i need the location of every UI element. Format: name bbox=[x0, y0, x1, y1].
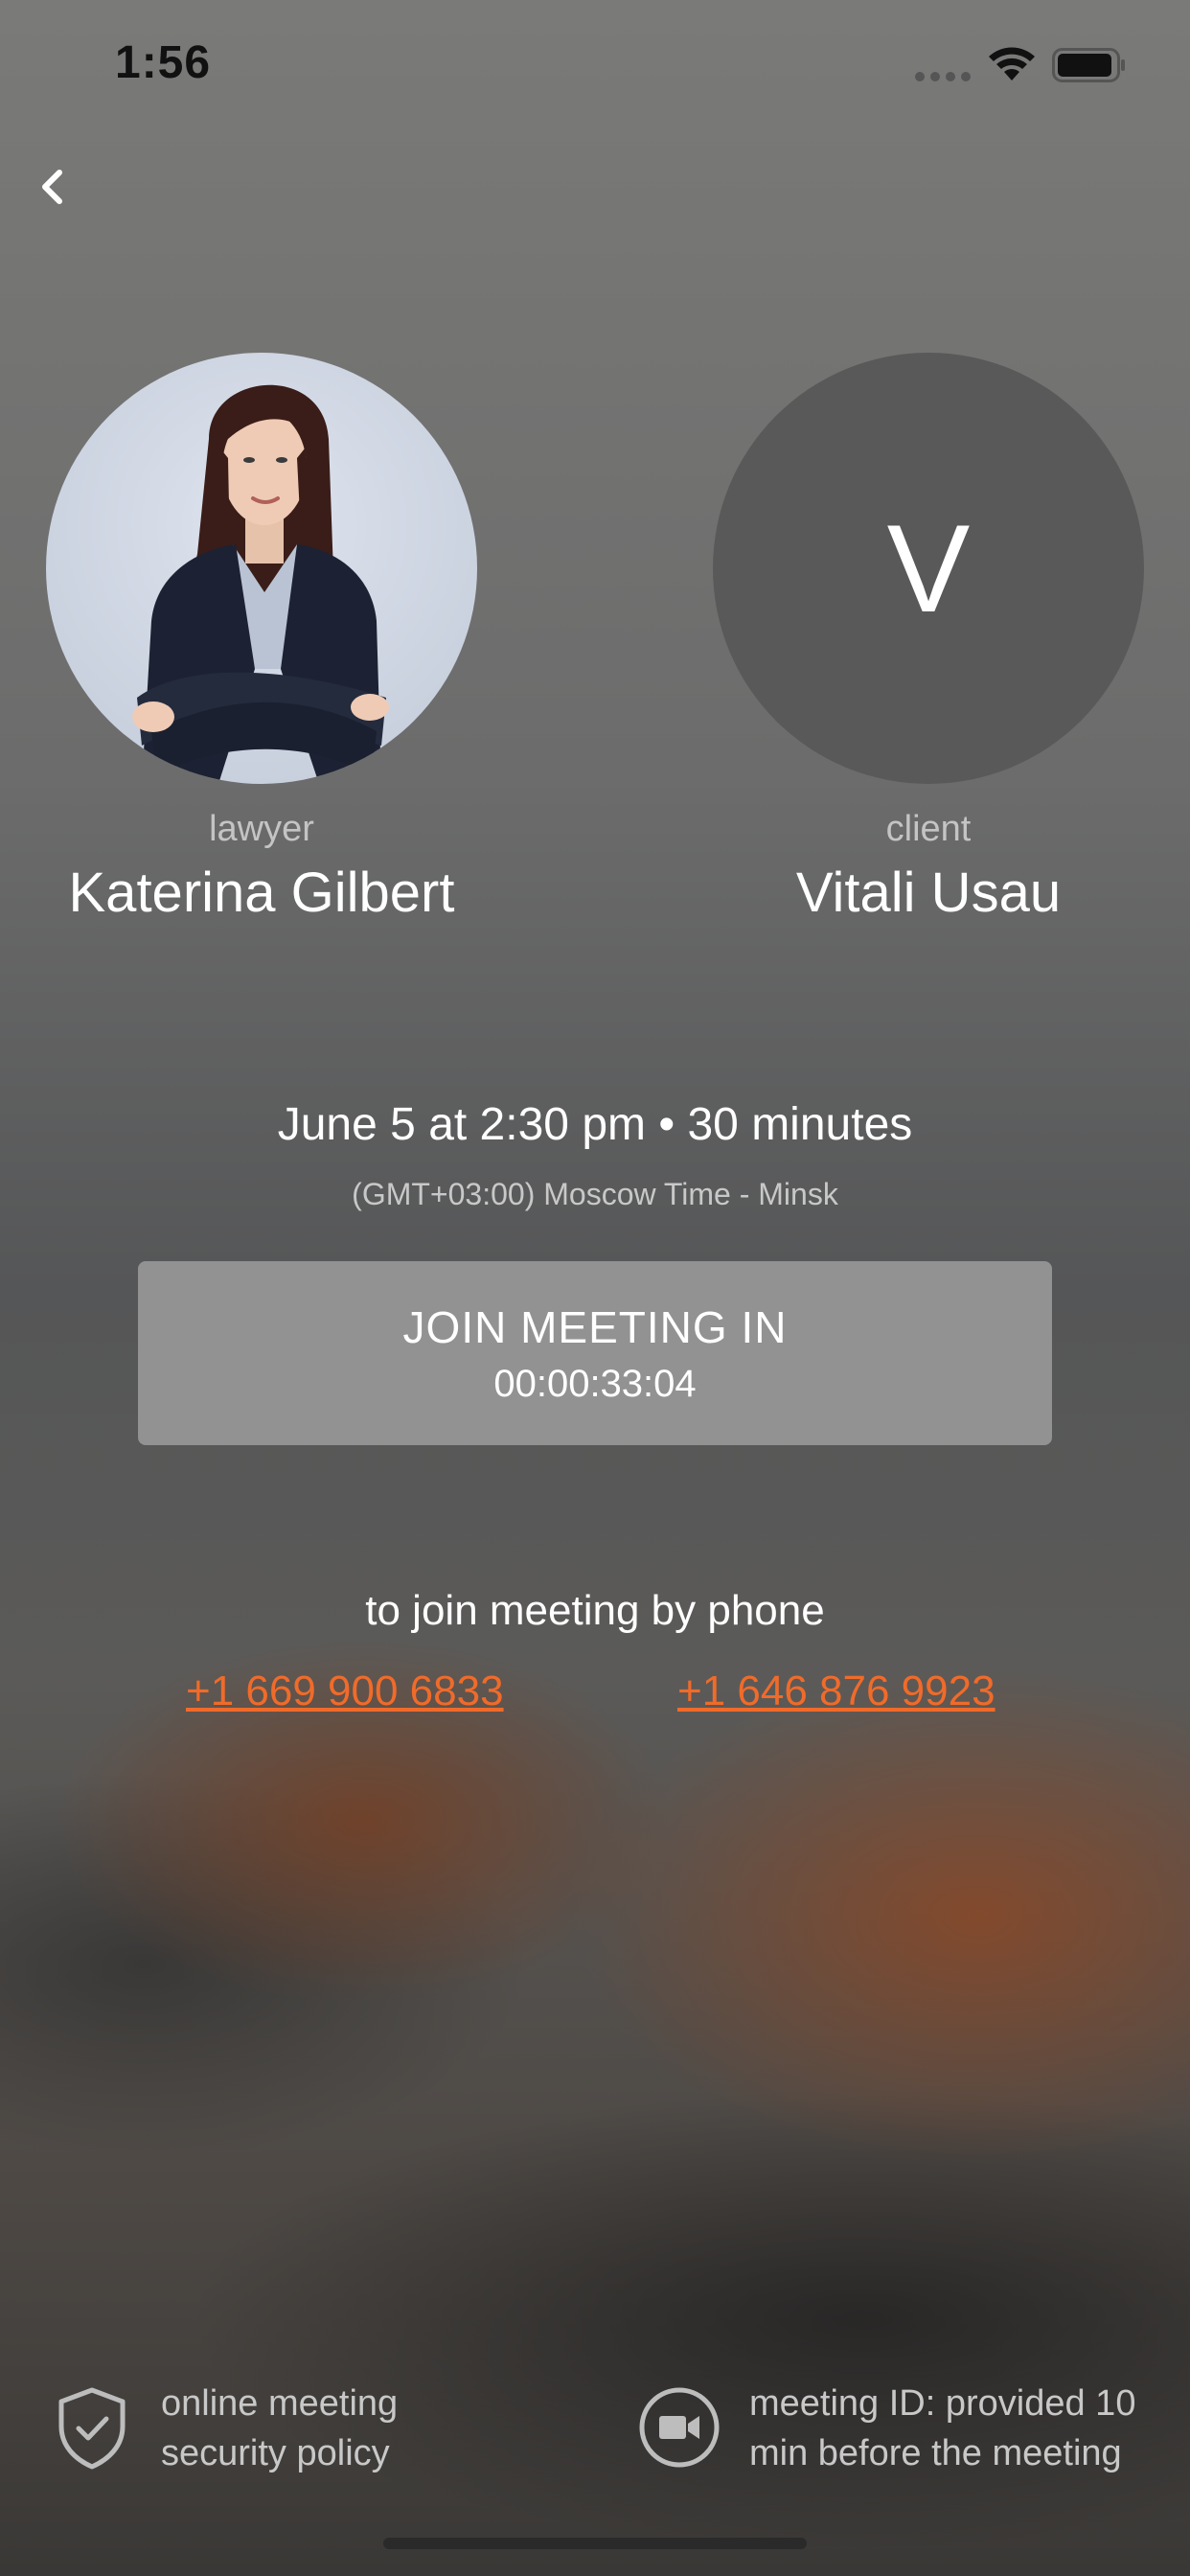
client-avatar: V bbox=[713, 353, 1144, 784]
meeting-datetime: June 5 at 2:30 pm • 30 minutes bbox=[277, 1099, 913, 1150]
battery-icon bbox=[1052, 48, 1125, 82]
shield-check-icon bbox=[58, 2387, 126, 2470]
join-meeting-button[interactable]: JOIN MEETING IN 00:00:33:04 bbox=[138, 1261, 1052, 1445]
status-time: 1:56 bbox=[115, 37, 212, 88]
join-countdown: 00:00:33:04 bbox=[493, 1362, 697, 1405]
lawyer-role: lawyer bbox=[209, 809, 314, 849]
lawyer-avatar bbox=[46, 353, 477, 784]
back-button[interactable] bbox=[29, 153, 86, 220]
wifi-icon bbox=[989, 47, 1035, 80]
meeting-id-line1: meeting ID: provided 10 bbox=[749, 2383, 1136, 2424]
chevron-left-icon bbox=[42, 170, 62, 204]
lawyer-name: Katerina Gilbert bbox=[68, 862, 455, 924]
phone-number-link[interactable]: +1 646 876 9923 bbox=[677, 1668, 995, 1715]
client-name: Vitali Usau bbox=[795, 862, 1062, 924]
meeting-screen: 1:56 V lawyer Katerina Gilbert client Vi… bbox=[0, 0, 1190, 2576]
signal-icon bbox=[915, 72, 971, 81]
security-policy-link[interactable]: online meeting security policy bbox=[161, 2379, 398, 2478]
security-policy-line1: online meeting bbox=[161, 2383, 399, 2424]
meeting-timezone: (GMT+03:00) Moscow Time - Minsk bbox=[352, 1177, 838, 1211]
meeting-id-info: meeting ID: provided 10 min before the m… bbox=[749, 2379, 1135, 2478]
join-meeting-label: JOIN MEETING IN bbox=[402, 1301, 788, 1352]
phone-number-link[interactable]: +1 669 900 6833 bbox=[186, 1668, 504, 1715]
security-policy-line2: security policy bbox=[161, 2433, 390, 2473]
phone-caption: to join meeting by phone bbox=[365, 1587, 825, 1634]
client-role: client bbox=[885, 809, 972, 849]
meeting-id-line2: min before the meeting bbox=[749, 2433, 1122, 2473]
home-indicator bbox=[383, 2538, 807, 2549]
video-camera-icon bbox=[639, 2387, 720, 2468]
